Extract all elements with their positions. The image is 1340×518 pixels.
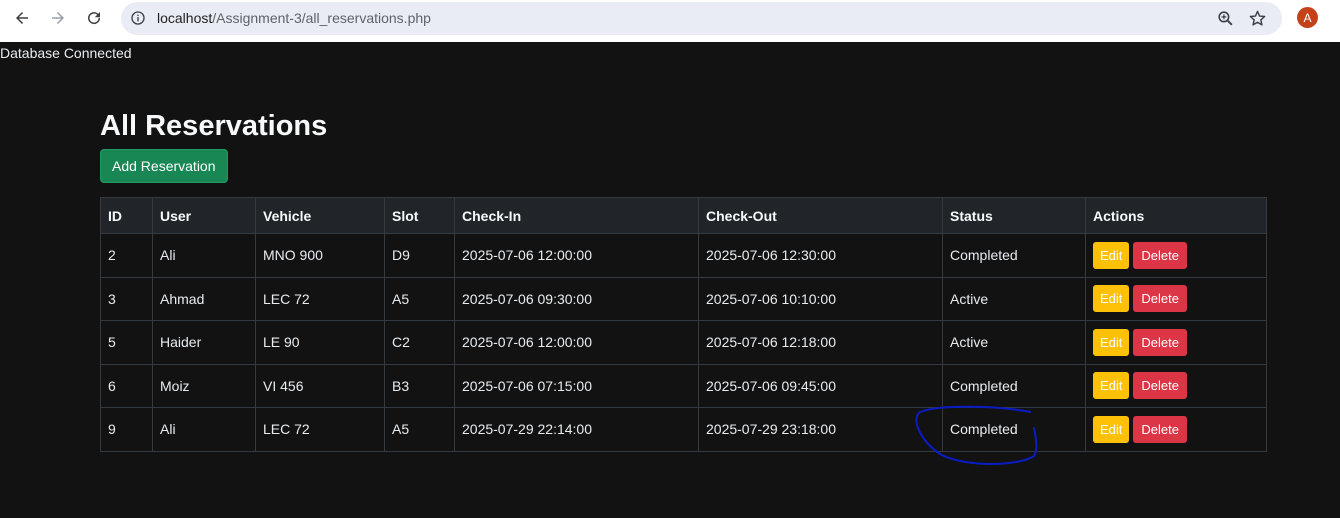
url-host: localhost: [157, 10, 213, 26]
cell-check-in: 2025-07-06 12:00:00: [454, 233, 699, 278]
edit-button[interactable]: Edit: [1093, 372, 1130, 400]
cell-status: Completed: [942, 407, 1086, 452]
add-reservation-button[interactable]: Add Reservation: [100, 149, 228, 183]
url-text[interactable]: localhost/Assignment-3/all_reservations.…: [157, 10, 431, 26]
table-row: 9 Ali LEC 72 A5 2025-07-29 22:14:00 2025…: [100, 407, 1267, 452]
cell-check-out: 2025-07-06 12:30:00: [698, 233, 943, 278]
cell-check-in: 2025-07-29 22:14:00: [454, 407, 699, 452]
edit-button[interactable]: Edit: [1093, 328, 1130, 356]
cell-actions: Edit Delete: [1085, 363, 1267, 408]
cell-id: 3: [100, 276, 153, 321]
page-title: All Reservations: [100, 110, 328, 142]
cell-actions: Edit Delete: [1085, 233, 1267, 278]
cell-status: Completed: [942, 233, 1086, 278]
cell-check-out: 2025-07-29 23:18:00: [698, 407, 943, 452]
delete-button[interactable]: Delete: [1133, 285, 1187, 313]
cell-vehicle: MNO 900: [255, 233, 385, 278]
cell-user: Moiz: [152, 363, 256, 408]
table-row: 2 Ali MNO 900 D9 2025-07-06 12:00:00 202…: [100, 233, 1267, 278]
cell-user: Ali: [152, 407, 256, 452]
delete-button[interactable]: Delete: [1133, 415, 1187, 443]
cell-status: Active: [942, 276, 1086, 321]
cell-check-in: 2025-07-06 09:30:00: [454, 276, 699, 321]
cell-id: 6: [100, 363, 153, 408]
header-slot: Slot: [384, 197, 455, 234]
cell-slot: A5: [384, 407, 455, 452]
cell-check-out: 2025-07-06 12:18:00: [698, 320, 943, 365]
cell-status: Active: [942, 320, 1086, 365]
edit-button[interactable]: Edit: [1093, 285, 1130, 313]
edit-button[interactable]: Edit: [1093, 241, 1130, 269]
cell-vehicle: LEC 72: [255, 276, 385, 321]
delete-button[interactable]: Delete: [1133, 328, 1187, 356]
cell-id: 2: [100, 233, 153, 278]
star-icon[interactable]: [1248, 9, 1267, 28]
browser-toolbar: localhost/Assignment-3/all_reservations.…: [0, 0, 1340, 42]
cell-slot: B3: [384, 363, 455, 408]
delete-button[interactable]: Delete: [1133, 372, 1187, 400]
cell-user: Ali: [152, 233, 256, 278]
header-user: User: [152, 197, 256, 234]
cell-check-out: 2025-07-06 10:10:00: [698, 276, 943, 321]
cell-vehicle: LE 90: [255, 320, 385, 365]
reload-icon[interactable]: [82, 6, 106, 30]
cell-id: 5: [100, 320, 153, 365]
header-id: ID: [100, 197, 153, 234]
header-actions: Actions: [1085, 197, 1267, 234]
forward-icon[interactable]: [46, 6, 70, 30]
main-container: All Reservations Add Reservation ID User…: [100, 100, 1267, 452]
cell-slot: C2: [384, 320, 455, 365]
zoom-icon[interactable]: [1216, 9, 1235, 28]
cell-slot: D9: [384, 233, 455, 278]
database-status: Database Connected: [0, 45, 132, 61]
header-check-in: Check-In: [454, 197, 699, 234]
info-icon[interactable]: [130, 10, 146, 26]
table-row: 3 Ahmad LEC 72 A5 2025-07-06 09:30:00 20…: [100, 276, 1267, 321]
edit-button[interactable]: Edit: [1093, 415, 1130, 443]
cell-actions: Edit Delete: [1085, 320, 1267, 365]
cell-user: Haider: [152, 320, 256, 365]
delete-button[interactable]: Delete: [1133, 241, 1187, 269]
reservations-table: ID User Vehicle Slot Check-In Check-Out …: [100, 197, 1267, 452]
header-vehicle: Vehicle: [255, 197, 385, 234]
cell-actions: Edit Delete: [1085, 276, 1267, 321]
profile-avatar[interactable]: A: [1297, 7, 1318, 28]
table-row: 5 Haider LE 90 C2 2025-07-06 12:00:00 20…: [100, 320, 1267, 365]
cell-check-in: 2025-07-06 07:15:00: [454, 363, 699, 408]
back-icon[interactable]: [10, 6, 34, 30]
cell-user: Ahmad: [152, 276, 256, 321]
header-check-out: Check-Out: [698, 197, 943, 234]
cell-slot: A5: [384, 276, 455, 321]
table-header-row: ID User Vehicle Slot Check-In Check-Out …: [100, 197, 1267, 234]
table-row: 6 Moiz VI 456 B3 2025-07-06 07:15:00 202…: [100, 363, 1267, 408]
address-bar[interactable]: localhost/Assignment-3/all_reservations.…: [121, 2, 1282, 35]
cell-status: Completed: [942, 363, 1086, 408]
cell-vehicle: LEC 72: [255, 407, 385, 452]
cell-check-out: 2025-07-06 09:45:00: [698, 363, 943, 408]
header-status: Status: [942, 197, 1086, 234]
cell-check-in: 2025-07-06 12:00:00: [454, 320, 699, 365]
url-path: /Assignment-3/all_reservations.php: [212, 10, 431, 26]
cell-id: 9: [100, 407, 153, 452]
cell-actions: Edit Delete: [1085, 407, 1267, 452]
cell-vehicle: VI 456: [255, 363, 385, 408]
